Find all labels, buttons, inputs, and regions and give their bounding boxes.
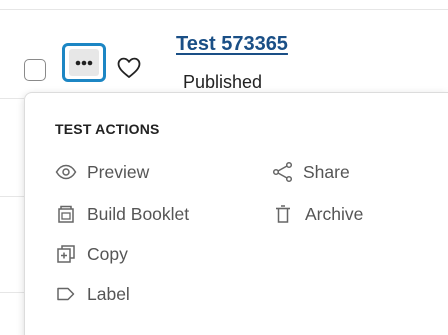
ellipsis-icon (75, 60, 93, 66)
trash-icon (276, 205, 290, 223)
heart-icon[interactable] (116, 56, 142, 80)
eye-icon (55, 164, 77, 180)
menu-item-label[interactable]: Label (55, 281, 130, 307)
booklet-icon (58, 205, 74, 223)
more-actions-button[interactable] (62, 43, 106, 82)
test-list-page: Test 573365 Published TEST ACTIONS Previ… (0, 0, 448, 335)
menu-item-build-booklet[interactable]: Build Booklet (55, 201, 189, 227)
top-divider (0, 0, 448, 10)
status-text: Published (183, 72, 263, 92)
tag-icon (57, 287, 75, 301)
share-icon (272, 161, 293, 183)
copy-icon (57, 245, 75, 263)
menu-item-label: Build Booklet (87, 203, 190, 224)
menu-item-label: Preview (87, 161, 150, 182)
menu-item-share[interactable]: Share (271, 159, 350, 185)
menu-item-label: Archive (305, 203, 364, 224)
test-actions-menu: TEST ACTIONS Preview Share Build Booklet… (24, 92, 448, 335)
menu-item-preview[interactable]: Preview (55, 159, 149, 185)
menu-item-label: Share (303, 161, 350, 182)
menu-item-copy[interactable]: Copy (55, 241, 128, 267)
row-divider (0, 292, 24, 293)
select-checkbox[interactable] (24, 59, 46, 81)
row-divider (0, 98, 24, 99)
menu-item-label-text: Label (87, 283, 130, 304)
menu-item-archive[interactable]: Archive (273, 201, 363, 227)
test-title-link[interactable]: Test 573365 (176, 33, 288, 56)
menu-item-label: Copy (87, 243, 128, 264)
row-divider (0, 196, 24, 197)
test-row: Test 573365 Published (0, 10, 448, 98)
menu-heading: TEST ACTIONS (55, 121, 160, 137)
